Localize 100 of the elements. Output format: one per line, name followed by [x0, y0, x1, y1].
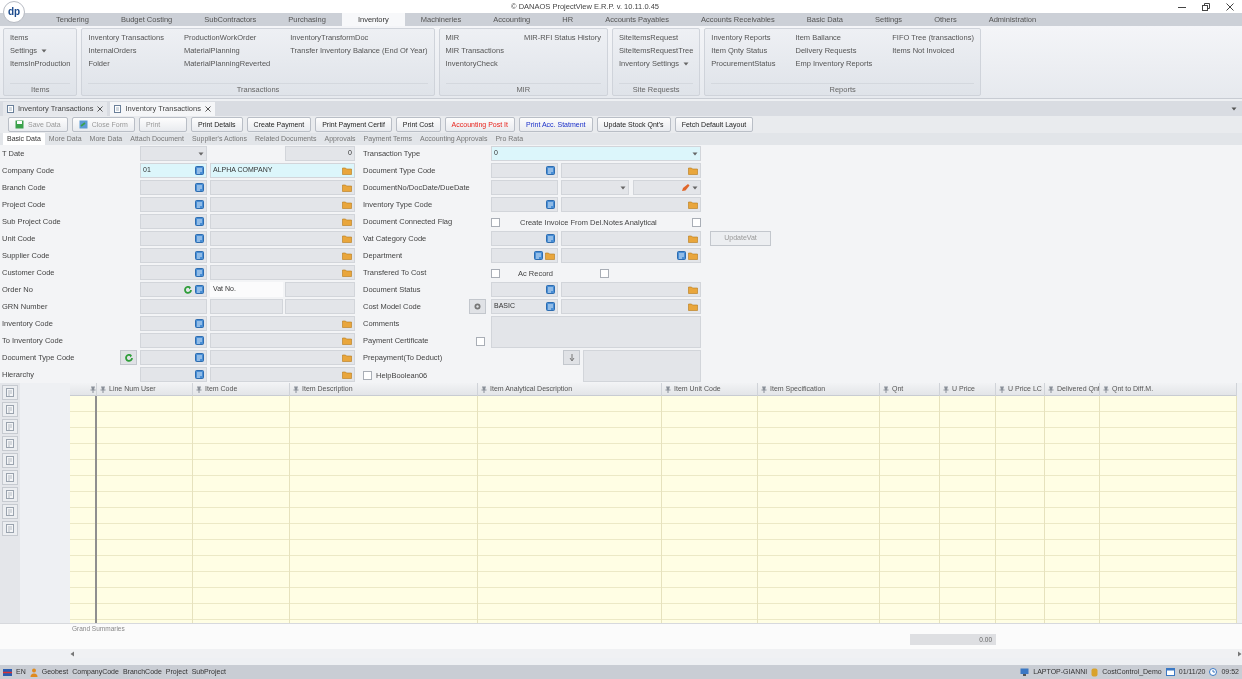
arrow-button[interactable]: [563, 350, 580, 365]
checkbox[interactable]: [491, 269, 500, 278]
list-icon[interactable]: [195, 336, 204, 345]
input-field[interactable]: [210, 333, 355, 348]
input-field[interactable]: [210, 265, 355, 280]
pin-icon[interactable]: [481, 386, 487, 393]
caret-icon[interactable]: [1231, 107, 1237, 111]
input-field[interactable]: [140, 316, 207, 331]
caret-icon[interactable]: [683, 61, 690, 66]
input-field[interactable]: [140, 231, 207, 246]
pin-icon[interactable]: [999, 386, 1005, 393]
grid-tool-button[interactable]: [2, 487, 18, 502]
list-icon[interactable]: [677, 251, 686, 260]
grid-tool-button[interactable]: [2, 470, 18, 485]
input-field[interactable]: [210, 367, 355, 382]
list-icon[interactable]: [534, 251, 543, 260]
input-field[interactable]: [210, 180, 355, 195]
input-field[interactable]: [491, 282, 558, 297]
input-field[interactable]: [140, 367, 207, 382]
input-field[interactable]: [491, 163, 558, 178]
input-field[interactable]: [210, 197, 355, 212]
input-field[interactable]: [583, 350, 701, 382]
input-field[interactable]: [491, 248, 558, 263]
scroll-left-icon[interactable]: [70, 650, 75, 657]
list-icon[interactable]: [195, 268, 204, 277]
input-field[interactable]: [140, 146, 207, 161]
list-icon[interactable]: [195, 319, 204, 328]
list-icon[interactable]: [546, 200, 555, 209]
caret-icon[interactable]: [692, 151, 698, 156]
checkbox[interactable]: [600, 269, 609, 278]
list-icon[interactable]: [546, 234, 555, 243]
list-icon[interactable]: [195, 200, 204, 209]
input-field[interactable]: [210, 231, 355, 246]
pin-icon[interactable]: [90, 386, 96, 393]
input-field[interactable]: [561, 282, 701, 297]
pin-icon[interactable]: [196, 386, 202, 393]
input-field[interactable]: [140, 333, 207, 348]
input-field[interactable]: [140, 282, 207, 297]
input-field[interactable]: [561, 180, 629, 195]
list-icon[interactable]: [195, 166, 204, 175]
input-field[interactable]: [140, 197, 207, 212]
model-button[interactable]: [469, 299, 486, 314]
input-field[interactable]: [210, 316, 355, 331]
checkbox[interactable]: [363, 371, 372, 380]
input-field[interactable]: [491, 316, 701, 348]
caret-icon[interactable]: [41, 48, 48, 53]
input-field[interactable]: [561, 197, 701, 212]
input-field[interactable]: [210, 299, 283, 314]
folder-icon[interactable]: [545, 251, 555, 260]
checkbox[interactable]: [475, 337, 485, 346]
list-icon[interactable]: [546, 285, 555, 294]
grid-tool-button[interactable]: [2, 385, 18, 400]
input-field[interactable]: [285, 299, 355, 314]
close-icon[interactable]: [97, 106, 104, 112]
input-field[interactable]: [210, 248, 355, 263]
grid-tool-button[interactable]: [2, 436, 18, 451]
grid-tool-button[interactable]: [2, 402, 18, 417]
pencil-icon[interactable]: [681, 183, 690, 192]
input-field[interactable]: [561, 163, 701, 178]
list-icon[interactable]: [195, 183, 204, 192]
pin-icon[interactable]: [1048, 386, 1054, 393]
input-field[interactable]: [140, 180, 207, 195]
list-icon[interactable]: [195, 370, 204, 379]
list-icon[interactable]: [546, 302, 555, 311]
folder-icon[interactable]: [688, 200, 698, 209]
input-field[interactable]: [210, 214, 355, 229]
input-field[interactable]: [633, 180, 701, 195]
list-icon[interactable]: [546, 166, 555, 175]
input-field[interactable]: [140, 350, 207, 365]
input-field[interactable]: [491, 197, 558, 212]
close-icon[interactable]: [204, 106, 211, 112]
grid-tool-button[interactable]: [2, 453, 18, 468]
caret-icon[interactable]: [692, 185, 698, 190]
input-field[interactable]: [140, 248, 207, 263]
pin-icon[interactable]: [883, 386, 889, 393]
caret-icon[interactable]: [620, 185, 626, 190]
input-field[interactable]: [491, 180, 558, 195]
list-icon[interactable]: [195, 251, 204, 260]
pin-icon[interactable]: [761, 386, 767, 393]
pin-icon[interactable]: [293, 386, 299, 393]
list-icon[interactable]: [195, 234, 204, 243]
input-field[interactable]: [561, 231, 701, 246]
list-icon[interactable]: [195, 285, 204, 294]
input-field[interactable]: [140, 265, 207, 280]
input-field[interactable]: [140, 299, 207, 314]
list-icon[interactable]: [195, 217, 204, 226]
pin-icon[interactable]: [100, 386, 106, 393]
pin-icon[interactable]: [1103, 386, 1109, 393]
input-field[interactable]: [140, 214, 207, 229]
list-icon[interactable]: [195, 353, 204, 362]
refresh-icon[interactable]: [183, 284, 193, 295]
input-field[interactable]: [561, 248, 701, 263]
caret-icon[interactable]: [198, 151, 204, 156]
checkbox[interactable]: [692, 218, 701, 227]
checkbox[interactable]: [491, 218, 500, 227]
folder-icon[interactable]: [688, 166, 698, 175]
grid-tool-button[interactable]: [2, 521, 18, 536]
input-field[interactable]: [285, 282, 355, 297]
input-field[interactable]: [491, 231, 558, 246]
scroll-right-icon[interactable]: [1237, 650, 1242, 657]
